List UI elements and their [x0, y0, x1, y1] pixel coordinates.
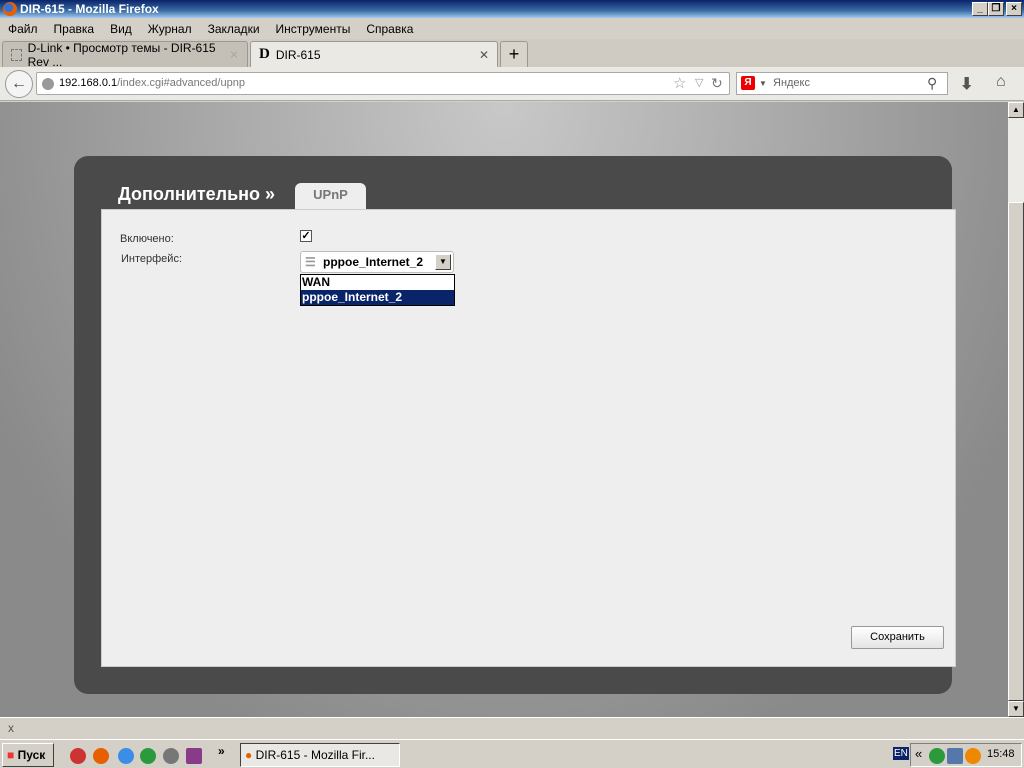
new-tab-button[interactable]: + — [500, 41, 528, 67]
bookmark-star-icon[interactable]: ☆ — [673, 73, 686, 94]
title-bar: DIR-615 - Mozilla Firefox — [0, 0, 1024, 18]
dropdown-icon[interactable]: ▽ — [695, 73, 703, 94]
scroll-down-icon[interactable]: ▼ — [1008, 701, 1024, 717]
close-tab-icon[interactable]: ✕ — [479, 48, 489, 62]
windows-logo-icon: ■ — [7, 748, 15, 762]
dlink-icon: D — [259, 46, 270, 62]
list-icon: ☰ — [305, 255, 316, 269]
chevron-down-icon[interactable]: ▼ — [435, 254, 451, 270]
menu-bar: Файл Правка Вид Журнал Закладки Инструме… — [0, 18, 1024, 39]
close-button[interactable]: × — [1006, 2, 1022, 16]
yandex-icon: Я — [741, 76, 755, 90]
scroll-thumb[interactable] — [1008, 202, 1024, 701]
url-path: /index.cgi#advanced/upnp — [117, 77, 245, 89]
scrollbar[interactable]: ▲ ▼ — [1008, 102, 1024, 717]
tab-label: DIR-615 — [275, 47, 321, 62]
winrar-icon[interactable] — [186, 748, 202, 764]
url-bar[interactable]: 192.168.0.1/index.cgi#advanced/upnp ☆ ▽ … — [36, 72, 730, 95]
maximize-button[interactable]: ❐ — [988, 2, 1004, 16]
system-tray: « 15:48 — [910, 743, 1022, 767]
language-indicator[interactable]: EN — [893, 747, 909, 760]
page-icon — [11, 48, 22, 61]
chevron-down-icon[interactable]: ▼ — [759, 73, 767, 94]
menu-help[interactable]: Справка — [366, 22, 413, 36]
option-pppoe[interactable]: pppoe_Internet_2 — [301, 290, 454, 305]
interface-label: Интерфейс: — [121, 253, 182, 265]
globe-icon — [42, 78, 54, 90]
firefox-icon — [3, 2, 17, 16]
save-button[interactable]: Сохранить — [851, 626, 944, 649]
tray-expand[interactable]: « — [915, 746, 922, 761]
tab-bar: D-Link • Просмотр темы - DIR-615 Rev ...… — [0, 39, 1024, 69]
window-label: DIR-615 - Mozilla Fir... — [255, 748, 375, 762]
search-icon[interactable]: ⚲ — [927, 73, 937, 94]
menu-file[interactable]: Файл — [8, 22, 38, 36]
tab-upnp[interactable]: UPnP — [295, 183, 366, 211]
more-quicklaunch[interactable]: » — [218, 744, 225, 758]
breadcrumb[interactable]: Дополнительно » — [118, 184, 275, 205]
download-icon[interactable]: ⬇ — [960, 74, 973, 94]
menu-view[interactable]: Вид — [110, 22, 132, 36]
interface-value: pppoe_Internet_2 — [323, 255, 424, 269]
url-host: 192.168.0.1 — [59, 77, 118, 89]
tab-label: D-Link • Просмотр темы - DIR-615 Rev ... — [27, 40, 216, 69]
settings-panel — [101, 209, 956, 667]
utorrent-icon[interactable] — [140, 748, 156, 764]
reload-icon[interactable]: ↻ — [711, 73, 723, 94]
start-label: Пуск — [17, 748, 46, 762]
clock: 15:48 — [987, 748, 1015, 760]
interface-dropdown: WAN pppoe_Internet_2 — [300, 274, 455, 306]
chrome-icon[interactable] — [70, 748, 86, 764]
back-button[interactable]: ← — [5, 70, 33, 98]
ie-icon[interactable] — [118, 748, 134, 764]
window-title: DIR-615 - Mozilla Firefox — [20, 2, 159, 16]
close-findbar-icon[interactable]: x — [8, 721, 14, 735]
firefox-icon: ● — [245, 748, 253, 762]
enabled-label: Включено: — [120, 233, 174, 245]
enabled-checkbox[interactable]: ✓ — [300, 230, 312, 242]
taskbar: ■ Пуск » ● DIR-615 - Mozilla Fir... EN «… — [0, 739, 1024, 768]
option-wan[interactable]: WAN — [301, 275, 454, 290]
find-bar: x — [0, 717, 1024, 739]
firefox-icon[interactable] — [93, 748, 109, 764]
home-icon[interactable]: ⌂ — [996, 73, 1006, 91]
menu-history[interactable]: Журнал — [148, 22, 192, 36]
search-placeholder: Яндекс — [773, 77, 810, 89]
taskbar-firefox-window[interactable]: ● DIR-615 - Mozilla Fir... — [240, 743, 400, 767]
interface-select[interactable]: ☰ pppoe_Internet_2 ▼ — [300, 251, 454, 273]
media-icon[interactable] — [163, 748, 179, 764]
tab-dir615[interactable]: D DIR-615 ✕ — [250, 41, 498, 67]
menu-tools[interactable]: Инструменты — [276, 22, 351, 36]
scroll-up-icon[interactable]: ▲ — [1008, 102, 1024, 118]
network-icon[interactable] — [947, 748, 963, 764]
search-input[interactable]: Я ▼ Яндекс ⚲ — [736, 72, 948, 95]
minimize-button[interactable]: _ — [972, 2, 988, 16]
tab-dlink-forum[interactable]: D-Link • Просмотр темы - DIR-615 Rev ...… — [2, 40, 248, 69]
menu-edit[interactable]: Правка — [54, 22, 95, 36]
tray-app-icon[interactable] — [965, 748, 981, 764]
utorrent-icon[interactable] — [929, 748, 945, 764]
close-tab-icon[interactable]: ✕ — [229, 48, 239, 62]
menu-bookmarks[interactable]: Закладки — [208, 22, 260, 36]
start-button[interactable]: ■ Пуск — [2, 743, 54, 767]
